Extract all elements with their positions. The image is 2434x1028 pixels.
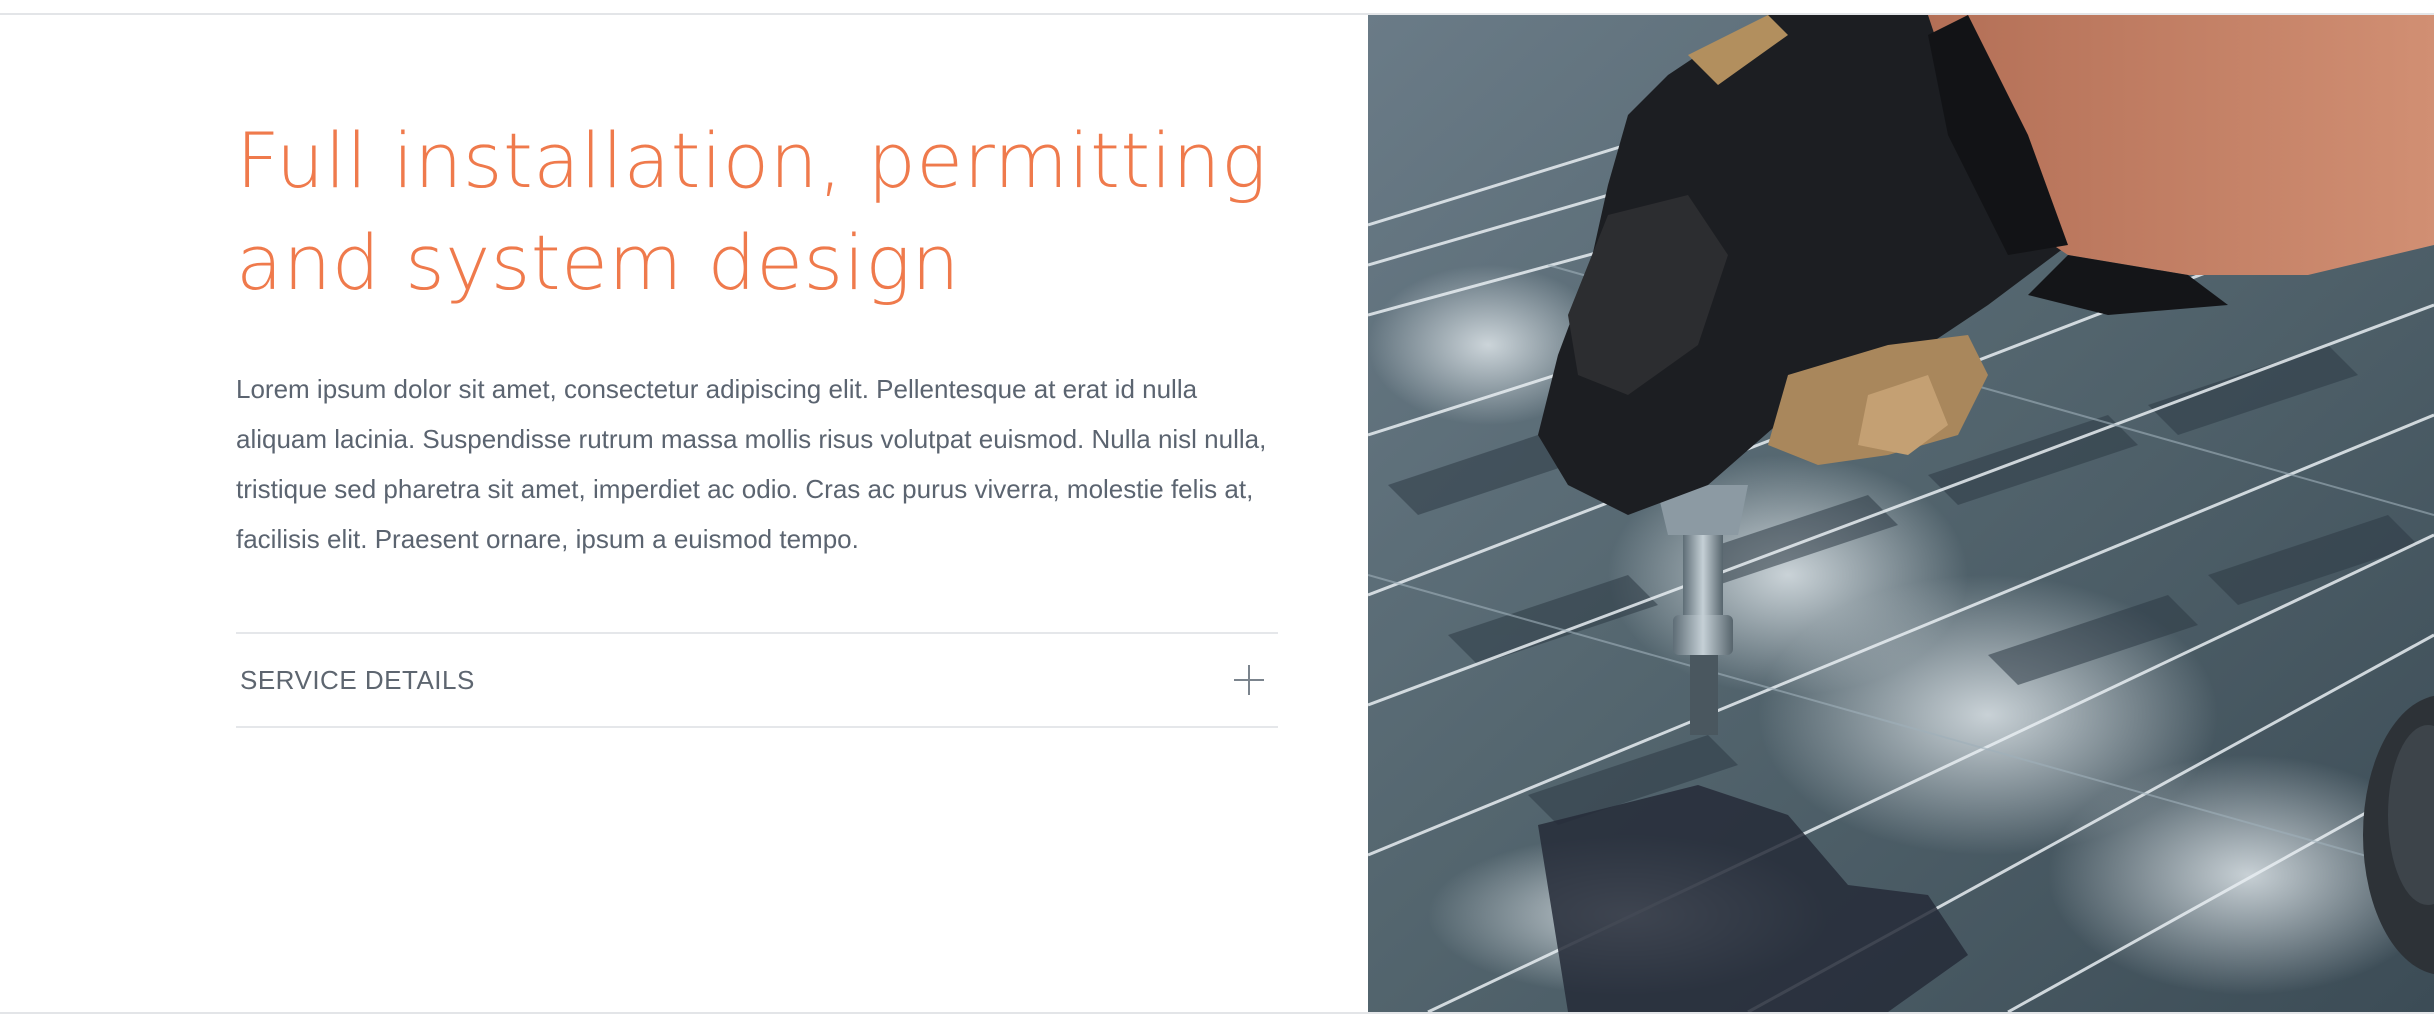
section-title-line-2: and system design (236, 218, 961, 307)
section-title: Full installation, permitting and system… (236, 110, 1278, 314)
service-details-accordion[interactable]: SERVICE DETAILS (236, 632, 1278, 728)
service-section: Full installation, permitting and system… (236, 110, 1278, 728)
solar-installation-illustration (1368, 15, 2434, 1012)
bottom-divider (0, 1012, 2434, 1014)
plus-icon[interactable] (1232, 663, 1266, 697)
section-description: Lorem ipsum dolor sit amet, consectetur … (236, 374, 1267, 554)
solar-installation-photo (1368, 15, 2434, 1012)
page: Full installation, permitting and system… (0, 0, 2434, 1028)
service-details-label: SERVICE DETAILS (240, 664, 475, 695)
section-title-line-1: Full installation, permitting (236, 116, 1268, 205)
